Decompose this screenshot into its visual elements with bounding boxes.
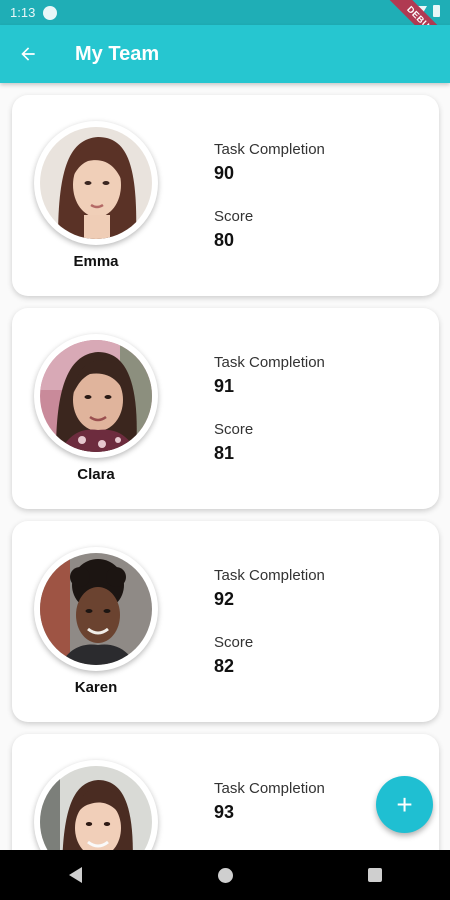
plus-icon: + bbox=[396, 788, 413, 820]
task-completion-label: Task Completion bbox=[214, 141, 325, 158]
page-title: My Team bbox=[75, 42, 160, 65]
avatar-frame bbox=[34, 760, 158, 850]
nav-back-button[interactable] bbox=[40, 850, 110, 900]
team-list[interactable]: Emma Task Completion 90 Score 80 Clara T… bbox=[0, 83, 450, 850]
status-bar: 1:13 DEBUG bbox=[0, 0, 450, 65]
nav-home-button[interactable] bbox=[190, 850, 260, 900]
score-label: Score bbox=[214, 421, 254, 438]
home-circle-icon bbox=[217, 867, 233, 883]
score-value: 82 bbox=[214, 656, 235, 676]
team-member-card[interactable]: Clara Task Completion 91 Score 81 bbox=[12, 308, 439, 509]
score-label: Score bbox=[214, 634, 254, 651]
avatar bbox=[40, 127, 152, 239]
app-bar: My Team bbox=[0, 25, 450, 83]
task-completion-value: 93 bbox=[214, 802, 235, 822]
app-notification-icon bbox=[43, 5, 58, 20]
team-member-card[interactable]: Karen Task Completion 92 Score 82 bbox=[12, 521, 439, 722]
task-completion-value: 91 bbox=[214, 376, 235, 396]
task-completion-label: Task Completion bbox=[214, 567, 325, 584]
back-button[interactable] bbox=[0, 25, 56, 83]
nav-recents-button[interactable] bbox=[340, 850, 410, 900]
task-completion-value: 92 bbox=[214, 589, 235, 609]
avatar bbox=[40, 553, 152, 665]
member-name: Clara bbox=[77, 466, 115, 483]
back-triangle-icon bbox=[68, 867, 82, 883]
avatar bbox=[40, 766, 152, 850]
team-member-card[interactable]: Task Completion 93 bbox=[12, 734, 439, 850]
arrow-back-icon bbox=[21, 47, 35, 61]
battery-icon bbox=[433, 5, 440, 17]
member-name: Karen bbox=[74, 679, 118, 696]
avatar-frame bbox=[34, 334, 158, 458]
team-member-card[interactable]: Emma Task Completion 90 Score 80 bbox=[12, 95, 439, 296]
task-completion-label: Task Completion bbox=[214, 780, 325, 797]
avatar-frame bbox=[34, 547, 158, 671]
status-time: 1:13 bbox=[10, 5, 36, 20]
score-label: Score bbox=[214, 208, 254, 225]
score-value: 81 bbox=[214, 443, 235, 463]
avatar bbox=[40, 340, 152, 452]
recents-square-icon bbox=[368, 868, 382, 882]
avatar-frame bbox=[34, 121, 158, 245]
task-completion-value: 90 bbox=[214, 163, 235, 183]
member-name: Emma bbox=[73, 253, 119, 270]
task-completion-label: Task Completion bbox=[214, 354, 325, 371]
system-nav-bar bbox=[0, 850, 450, 900]
score-value: 80 bbox=[214, 230, 235, 250]
add-member-button[interactable]: + bbox=[376, 776, 433, 833]
